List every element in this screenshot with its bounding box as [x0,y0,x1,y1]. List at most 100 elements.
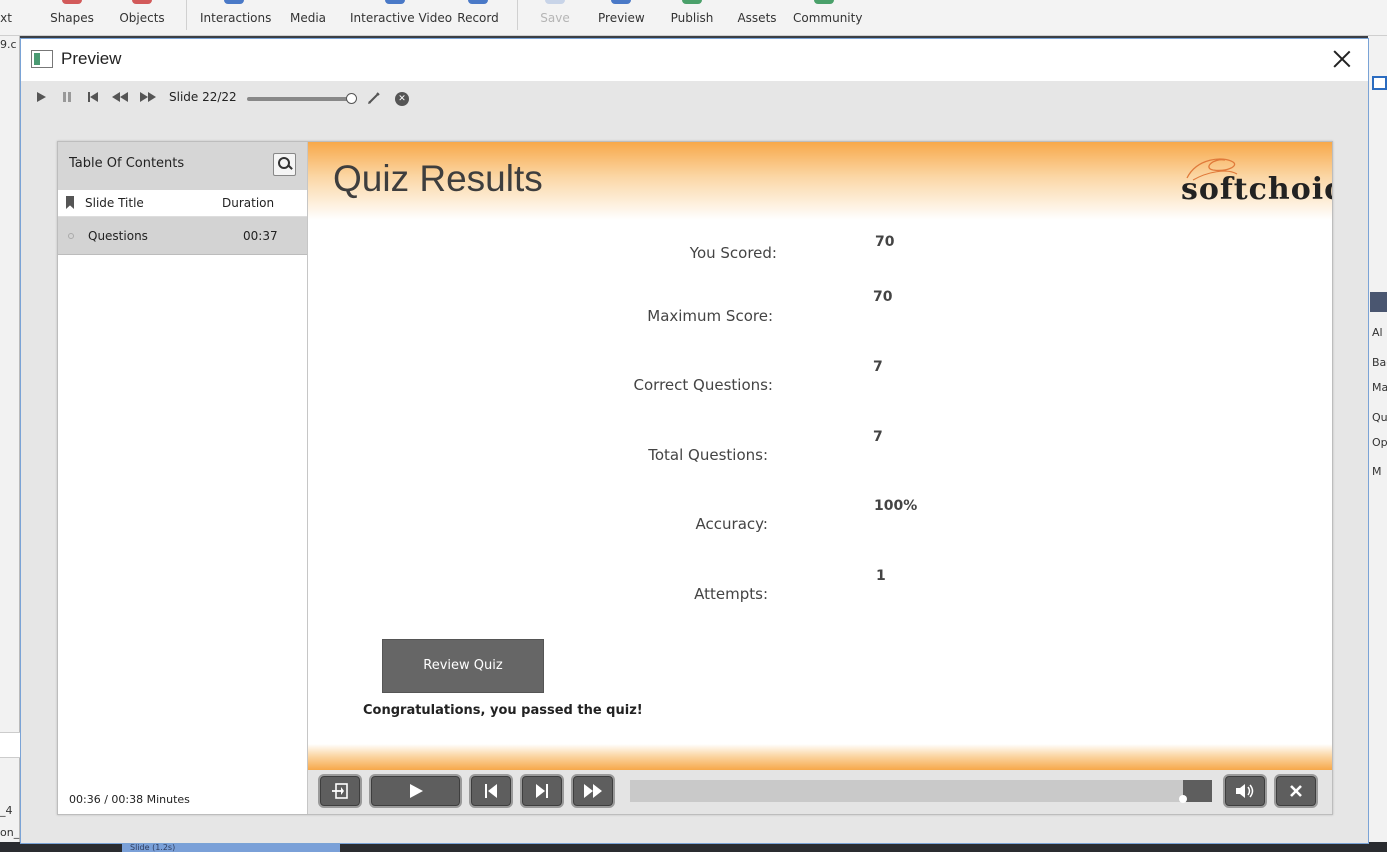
slide-header-band: Quiz Results softchoice [308,142,1332,220]
result-label-score: You Scored: [689,244,777,262]
toolbar-shapes-label: Shapes [50,11,94,25]
close-icon[interactable] [1330,47,1354,71]
host-left-text-mid: _4 [0,804,13,817]
progress-bar[interactable] [630,780,1212,803]
toolbar-separator [517,0,518,30]
toolbar-objects-label: Objects [119,11,165,25]
toc-column-headers: Slide Title Duration [58,190,307,217]
close-circle-icon[interactable]: ✕ [395,92,409,106]
preview-control-bar: Slide 22/22 ✕ [21,81,1368,117]
host-right-blue-box[interactable] [1372,76,1387,90]
next-slide-button[interactable] [520,774,564,808]
host-right-dark-bar [1370,292,1387,312]
host-right-label-4: Qual [1372,411,1387,424]
publish-icon [682,0,702,4]
interactions-icon [224,0,244,4]
toolbar-shapes-button[interactable]: Shapes [46,0,98,36]
toolbar-preview-button[interactable]: Preview [598,0,645,36]
host-right-label-5: Op [1372,436,1387,449]
pass-message: Congratulations, you passed the quiz! [363,703,643,718]
toolbar-media-button[interactable]: Media [286,0,330,36]
toc-column-title: Slide Title [85,196,144,210]
toolbar-media-label: Media [289,11,327,25]
fast-forward-button[interactable] [571,774,615,808]
play-button[interactable] [369,774,462,808]
pause-icon[interactable] [59,91,75,107]
result-label-max-score: Maximum Score: [647,307,773,325]
search-icon[interactable] [273,153,296,176]
slide-canvas: Quiz Results softchoice You Scored: 70 M… [308,142,1332,770]
preview-dialog: Preview Slide 22/22 ✕ Table Of Contents … [20,38,1369,844]
toolbar-community-button[interactable]: Community [793,0,862,36]
host-bottom-tab[interactable]: Slide (1.2s) [122,843,340,852]
close-course-button[interactable] [1274,774,1318,808]
table-of-contents: Table Of Contents Slide Title Duration Q… [58,142,308,814]
toolbar-save-label: Save [540,11,570,25]
result-value-score: 70 [875,234,895,250]
visited-indicator-icon [68,233,74,239]
previous-slide-button[interactable] [469,774,513,808]
progress-handle[interactable] [1178,795,1187,803]
toolbar-publish-button[interactable]: Publish [668,0,716,36]
next-icon [536,784,548,798]
toc-row-duration: 00:37 [243,229,278,243]
softchoice-logo: softchoice [1181,172,1332,207]
slide-footer-band [308,744,1332,770]
fast-forward-icon [584,784,602,798]
speaker-icon [1236,784,1254,798]
host-right-label-1: Al [1372,326,1383,339]
toolbar-interactions-button[interactable]: Interactions [200,0,272,36]
result-value-accuracy: 100% [874,498,918,514]
record-icon [468,0,488,4]
toc-elapsed-time: 00:36 / 00:38 Minutes [69,793,190,806]
toc-header: Table Of Contents [58,142,307,190]
fast-forward-icon[interactable] [138,91,158,107]
community-icon [814,0,834,4]
host-right-label-6: M [1372,465,1382,478]
close-icon [1290,785,1302,797]
play-icon [409,784,423,798]
host-left-text-bottom: on_ [0,826,20,839]
toolbar-record-label: Record [457,11,499,25]
host-left-panel: 9.c _4 on_ [0,36,20,852]
review-quiz-button[interactable]: Review Quiz [382,639,544,693]
save-icon [545,0,565,4]
progress-bar-remaining [1182,780,1212,802]
host-left-strip [0,732,20,758]
slide-counter: Slide 22/22 [169,90,237,104]
preview-icon [611,0,631,4]
bookmark-icon [66,196,74,209]
host-right-label-2: Back [1372,356,1387,369]
toolbar-interactions-label: Interactions [200,11,272,25]
dialog-title-bar: Preview [21,39,1368,81]
result-value-correct: 7 [873,359,883,375]
slide-position-slider[interactable] [247,93,357,104]
course-playbar [308,770,1332,814]
toc-row-title: Questions [88,229,148,243]
toolbar-assets-button[interactable]: Assets [736,0,778,36]
toolbar-save-button[interactable]: Save [534,0,576,36]
volume-button[interactable] [1223,774,1267,808]
exit-button[interactable] [318,774,362,808]
toc-row-questions[interactable]: Questions 00:37 [58,217,307,255]
toolbar-publish-label: Publish [670,11,714,25]
toolbar-text-button[interactable]: xt [0,0,16,36]
toc-column-duration: Duration [222,196,275,210]
host-left-text-top: 9.c [0,38,17,51]
result-value-max-score: 70 [873,289,893,305]
toolbar-record-button[interactable]: Record [456,0,500,36]
pencil-icon[interactable] [366,91,382,107]
rewind-icon[interactable] [110,91,130,107]
first-slide-icon[interactable] [85,91,101,107]
host-right-label-3: Ma [1372,381,1387,394]
course-player: Table Of Contents Slide Title Duration Q… [57,141,1333,815]
slide-title: Quiz Results [333,158,543,199]
result-label-correct: Correct Questions: [633,376,773,394]
previous-icon [485,784,497,798]
play-icon[interactable] [33,91,49,107]
toolbar-preview-label: Preview [598,11,645,25]
toolbar-interactive-video-button[interactable]: Interactive Video [350,0,452,36]
toolbar-objects-button[interactable]: Objects [116,0,168,36]
slider-handle[interactable] [346,93,357,104]
toolbar-assets-label: Assets [737,11,777,25]
